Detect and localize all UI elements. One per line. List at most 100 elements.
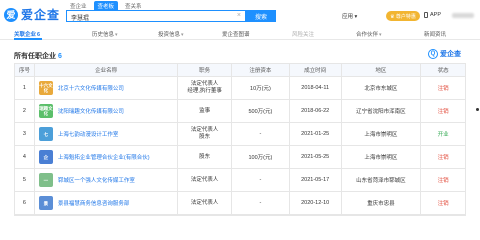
tab-label: 爱企查图谱: [222, 32, 250, 38]
tab-label: 历史信息: [92, 32, 115, 38]
role-cell: 法定代表人 股东: [178, 123, 233, 145]
tab-risk[interactable]: 风险关注: [292, 30, 314, 38]
company-cell: 一 郓城区一个强人文化传媒工作室: [35, 169, 179, 191]
tab-history[interactable]: 历史信息▾: [92, 30, 118, 38]
profile-nav-tabs: 关联企业6 历史信息▾ 投资信息▾ 爱企查图谱 风险关注 合作伙伴▾ 新闻资讯: [0, 28, 480, 40]
company-cell: 景 景县福慧商务信息咨询服务部: [35, 192, 179, 214]
tab-label: 新闻资讯: [424, 32, 447, 38]
header-capital: 注册资本: [232, 64, 290, 76]
header-status: 状态: [437, 68, 449, 74]
capital-cell: 100万(元): [232, 146, 290, 168]
role-text: 经理,执行董事: [187, 88, 222, 94]
app-download-link[interactable]: APP: [424, 12, 441, 18]
role-text: 法定代表人: [190, 176, 219, 183]
table-header: 序号 企业名称 职务 注册资本 成立时间 地区 状态: [15, 64, 465, 77]
status-badge: 注销: [437, 86, 449, 92]
role-text: 法定代表人: [190, 199, 219, 206]
company-cell: 七 上海七韵动漫设计工作室: [35, 123, 179, 145]
brand-logo[interactable]: 爱 爱企查: [4, 6, 60, 23]
region-cell: 上海市崇明区: [342, 146, 422, 168]
row-index: 3: [15, 123, 35, 145]
search-input[interactable]: 李慧琨 ×: [66, 10, 246, 22]
table-row: 4 企 上海魁拓企业管理合伙企业(有限合伙) 股东 100万(元) 2021-0…: [15, 146, 465, 169]
region-cell: 山东省菏泽市郓城区: [342, 169, 422, 191]
company-cell: 瑞趣文化 沈阳瑞趣文化传媒有限公司: [35, 100, 179, 122]
role-text: 法定代表人: [190, 81, 219, 87]
watermark-icon: Q: [428, 49, 438, 59]
search-button[interactable]: 搜索: [246, 10, 276, 22]
header-company: 企业名称: [35, 64, 179, 76]
tab-investment[interactable]: 投资信息▾: [158, 30, 184, 38]
status-badge: 注销: [437, 178, 449, 184]
chevron-down-icon: ▾: [115, 32, 118, 38]
section-title-text: 所有任职企业: [14, 53, 56, 60]
company-name-link[interactable]: 景县福慧商务信息咨询服务部: [58, 199, 130, 207]
date-cell: 2020-12-10: [290, 192, 342, 214]
company-cell: 十六文化 北京十六文化传媒有限公司: [35, 77, 179, 99]
role-text: 法定代表人: [190, 127, 219, 133]
company-name-link[interactable]: 沈阳瑞趣文化传媒有限公司: [58, 107, 124, 115]
capital-cell: 10万(元): [232, 77, 290, 99]
brand-name: 爱企查: [21, 8, 61, 22]
status-badge: 注销: [437, 155, 449, 161]
row-index: 5: [15, 169, 35, 191]
tab-label: 投资信息: [158, 32, 181, 38]
header-date: 成立时间: [290, 64, 342, 76]
status-badge: 注销: [437, 109, 449, 115]
tab-partners[interactable]: 合作伙伴▾: [356, 30, 382, 38]
role-cell: 法定代表人: [178, 169, 233, 191]
date-cell: 2021-01-25: [290, 123, 342, 145]
tab-label: 风险关注: [292, 32, 315, 38]
role-cell: 监事: [178, 100, 233, 122]
table-row: 5 一 郓城区一个强人文化传媒工作室 法定代表人 - 2021-05-17 山东…: [15, 169, 465, 192]
role-cell: 法定代表人: [178, 192, 233, 214]
row-index: 1: [15, 77, 35, 99]
capital-cell: -: [232, 192, 290, 214]
company-logo[interactable]: 瑞趣文化: [38, 104, 53, 118]
region-cell: 重庆市忠县: [342, 192, 422, 214]
clear-icon[interactable]: ×: [237, 12, 241, 19]
tab-label: 合作伙伴: [356, 32, 379, 38]
row-index: 6: [15, 192, 35, 214]
company-logo[interactable]: 一: [38, 173, 53, 187]
company-name-link[interactable]: 北京十六文化传媒有限公司: [58, 84, 124, 92]
app-menu[interactable]: 应用 ▾: [342, 12, 357, 20]
table-row: 2 瑞趣文化 沈阳瑞趣文化传媒有限公司 监事 500万(元) 2018-06-2…: [15, 100, 465, 123]
tab-related-companies[interactable]: 关联企业6: [14, 30, 40, 38]
status-badge: 注销: [437, 201, 449, 207]
company-logo[interactable]: 企: [38, 150, 53, 164]
chevron-down-icon: ▾: [379, 32, 382, 38]
header-index: 序号: [15, 64, 35, 76]
company-logo[interactable]: 七: [38, 127, 53, 141]
row-index: 4: [15, 146, 35, 168]
role-text: 股东: [199, 134, 211, 140]
table-body: 1 十六文化 北京十六文化传媒有限公司 法定代表人 经理,执行董事 10万(元) …: [15, 77, 465, 215]
company-name-link[interactable]: 上海七韵动漫设计工作室: [58, 130, 119, 138]
active-tab-indicator: [14, 38, 42, 40]
role-text: 股东: [199, 153, 211, 160]
company-logo[interactable]: 景: [38, 196, 53, 210]
company-name-link[interactable]: 郓城区一个强人文化传媒工作室: [58, 176, 135, 184]
header-region: 地区: [342, 64, 422, 76]
vip-promo-button[interactable]: ♛ 尊户特惠: [386, 11, 420, 21]
search-input-value: 李慧琨: [71, 16, 90, 22]
date-cell: 2021-05-25: [290, 146, 342, 168]
app-download-label: APP: [430, 12, 442, 18]
company-logo[interactable]: 十六文化: [38, 81, 53, 95]
date-cell: 2021-05-17: [290, 169, 342, 191]
phone-icon: [424, 12, 428, 18]
header-role: 职务: [178, 64, 233, 76]
tab-graph[interactable]: 爱企查图谱: [222, 30, 250, 38]
table-row: 1 十六文化 北京十六文化传媒有限公司 法定代表人 经理,执行董事 10万(元) …: [15, 77, 465, 100]
watermark-text: 爱企查: [440, 51, 461, 58]
user-avatar-name[interactable]: [452, 13, 474, 18]
date-cell: 2018-04-11: [290, 77, 342, 99]
section-count: 6: [58, 53, 62, 60]
role-text: 监事: [199, 107, 211, 114]
tab-news[interactable]: 新闻资讯: [424, 30, 446, 38]
chevron-down-icon: ▾: [181, 32, 184, 38]
company-name-link[interactable]: 上海魁拓企业管理合伙企业(有限合伙): [58, 153, 150, 161]
status-badge: 开业: [437, 132, 449, 138]
table-row: 6 景 景县福慧商务信息咨询服务部 法定代表人 - 2020-12-10 重庆市…: [15, 192, 465, 215]
side-dot: [476, 108, 479, 111]
